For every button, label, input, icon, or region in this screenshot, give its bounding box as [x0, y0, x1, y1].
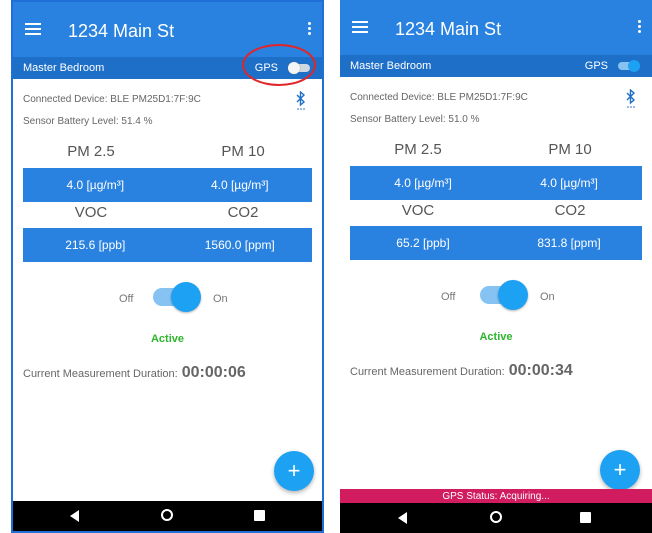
menu-icon[interactable]	[352, 21, 368, 33]
co2-label: CO2	[554, 202, 586, 219]
duration-value: 00:00:34	[508, 362, 573, 379]
co2-value: 831.8 [ppm]	[537, 236, 601, 250]
recent-apps-icon[interactable]	[254, 510, 265, 521]
duration-value: 00:00:06	[181, 364, 246, 381]
gps-label: GPS	[584, 60, 608, 72]
app-title: 1234 Main St	[395, 19, 502, 39]
room-bar: Master Bedroom GPS	[340, 55, 652, 77]
pm10-value: 4.0 [µg/m³]	[540, 176, 598, 190]
add-fab-button[interactable]: +	[600, 450, 640, 490]
measurement-duration: Current Measurement Duration: 00:00:06	[23, 364, 246, 382]
back-icon[interactable]	[398, 512, 407, 524]
more-options-icon[interactable]	[308, 22, 312, 36]
measurement-duration: Current Measurement Duration: 00:00:34	[350, 362, 573, 380]
on-label: On	[540, 291, 555, 303]
add-fab-button[interactable]: +	[274, 451, 314, 491]
pm25-label: PM 2.5	[394, 141, 442, 158]
phone-screen-after: 1234 Main St Master Bedroom GPS Connecte…	[340, 0, 652, 533]
more-options-icon[interactable]	[638, 20, 642, 34]
gps-status-bar: GPS Status: Acquiring...	[340, 489, 652, 504]
off-label: Off	[441, 291, 456, 303]
connected-device: Connected Device: BLE PM25D1:7F:9C	[350, 92, 528, 103]
pm10-label: PM 10	[221, 143, 265, 160]
gas-values-bar: 215.6 [ppb] 1560.0 [ppm]	[23, 228, 312, 262]
app-title: 1234 Main St	[68, 21, 175, 41]
on-label: On	[213, 293, 228, 305]
gps-toggle[interactable]	[618, 60, 640, 72]
voc-label: VOC	[401, 202, 435, 219]
duration-label: Current Measurement Duration:	[23, 368, 178, 380]
recent-apps-icon[interactable]	[580, 512, 591, 523]
pm10-value: 4.0 [µg/m³]	[210, 178, 269, 192]
bluetooth-icon	[626, 89, 636, 108]
voc-value: 215.6 [ppb]	[65, 238, 126, 252]
pm25-value: 4.0 [µg/m³]	[394, 176, 452, 190]
co2-value: 1560.0 [ppm]	[204, 238, 275, 252]
battery-level: Sensor Battery Level: 51.0 %	[350, 114, 480, 125]
connected-device: Connected Device: BLE PM25D1:7F:9C	[23, 94, 201, 105]
duration-label: Current Measurement Duration:	[350, 366, 505, 378]
bluetooth-icon	[296, 91, 306, 110]
back-icon[interactable]	[70, 510, 79, 522]
android-nav-bar	[13, 501, 322, 531]
gps-highlight-circle	[242, 44, 316, 86]
status-text: Active	[479, 331, 513, 343]
gas-values-bar: 65.2 [ppb] 831.8 [ppm]	[350, 226, 642, 260]
app-bar: 1234 Main St	[340, 0, 652, 55]
pm-values-bar: 4.0 [µg/m³] 4.0 [µg/m³]	[23, 168, 312, 202]
room-name: Master Bedroom	[350, 60, 432, 72]
measurement-toggle[interactable]	[480, 280, 528, 310]
measurement-toggle[interactable]	[153, 282, 201, 312]
co2-label: CO2	[227, 204, 259, 221]
menu-icon[interactable]	[25, 23, 41, 35]
pm25-value: 4.0 [µg/m³]	[66, 178, 125, 192]
pm25-label: PM 2.5	[67, 143, 115, 160]
phone-screen-before: 1234 Main St Master Bedroom GPS Connecte…	[11, 0, 324, 533]
home-icon[interactable]	[490, 511, 502, 523]
android-nav-bar	[340, 503, 652, 533]
status-text: Active	[150, 333, 185, 345]
pm10-label: PM 10	[548, 141, 592, 158]
voc-value: 65.2 [ppb]	[396, 236, 450, 250]
home-icon[interactable]	[161, 509, 173, 521]
off-label: Off	[119, 293, 134, 305]
voc-label: VOC	[74, 204, 108, 221]
battery-level: Sensor Battery Level: 51.4 %	[23, 116, 153, 127]
room-name: Master Bedroom	[23, 62, 105, 74]
pm-values-bar: 4.0 [µg/m³] 4.0 [µg/m³]	[350, 166, 642, 200]
